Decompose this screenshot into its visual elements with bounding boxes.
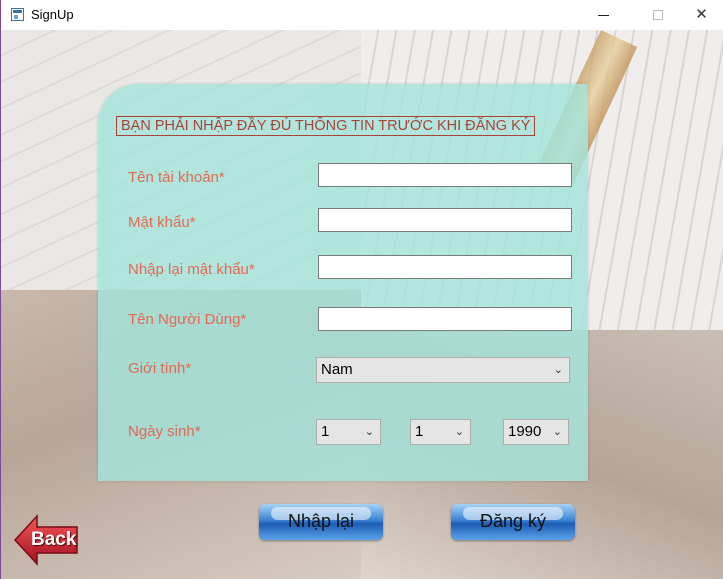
minimize-icon: [598, 14, 609, 16]
minimize-button[interactable]: [581, 0, 626, 30]
fullname-label: Tên Người Dùng*: [128, 311, 247, 328]
back-button[interactable]: Back: [13, 514, 79, 566]
chevron-down-icon: ⌄: [454, 426, 464, 438]
month-value: 1: [415, 423, 424, 440]
close-button[interactable]: ✕: [679, 0, 723, 30]
birthday-label: Ngày sinh*: [128, 423, 201, 440]
register-button[interactable]: Đăng ký: [451, 504, 575, 540]
reset-button[interactable]: Nhập lại: [259, 504, 383, 540]
confirm-password-label: Nhập lại mật khẩu*: [128, 261, 255, 278]
gender-label: Giới tính*: [128, 360, 192, 377]
reset-button-label: Nhập lại: [287, 511, 355, 531]
username-field[interactable]: [318, 163, 572, 187]
fullname-field[interactable]: [318, 307, 572, 331]
close-icon: ✕: [695, 6, 708, 23]
gender-select[interactable]: Nam ⌄: [316, 357, 570, 383]
password-field[interactable]: [318, 208, 572, 232]
year-value: 1990: [508, 423, 542, 440]
maximize-button: [635, 0, 680, 30]
form-header: BẠN PHẢI NHẬP ĐẦY ĐỦ THÔNG TIN TRƯỚC KHI…: [116, 116, 536, 136]
window-title: SignUp: [31, 7, 74, 22]
signup-window: SignUp ✕ BẠN PHẢI NHẬP ĐẦY ĐỦ THÔNG TIN …: [0, 0, 723, 579]
back-label: Back: [31, 529, 77, 550]
year-select[interactable]: 1990 ⌄: [503, 419, 569, 445]
gender-value: Nam: [321, 361, 353, 378]
app-icon: [11, 8, 24, 21]
register-button-label: Đăng ký: [479, 511, 547, 531]
month-select[interactable]: 1 ⌄: [410, 419, 471, 445]
day-select[interactable]: 1 ⌄: [316, 419, 381, 445]
title-bar: SignUp ✕: [1, 0, 723, 30]
chevron-down-icon: ⌄: [364, 426, 374, 438]
password-label: Mật khẩu*: [128, 214, 196, 231]
chevron-down-icon: ⌄: [553, 364, 563, 376]
maximize-icon: [652, 10, 663, 21]
chevron-down-icon: ⌄: [552, 426, 562, 438]
confirm-password-field[interactable]: [318, 255, 572, 279]
day-value: 1: [321, 423, 330, 440]
username-label: Tên tài khoản*: [128, 169, 225, 186]
